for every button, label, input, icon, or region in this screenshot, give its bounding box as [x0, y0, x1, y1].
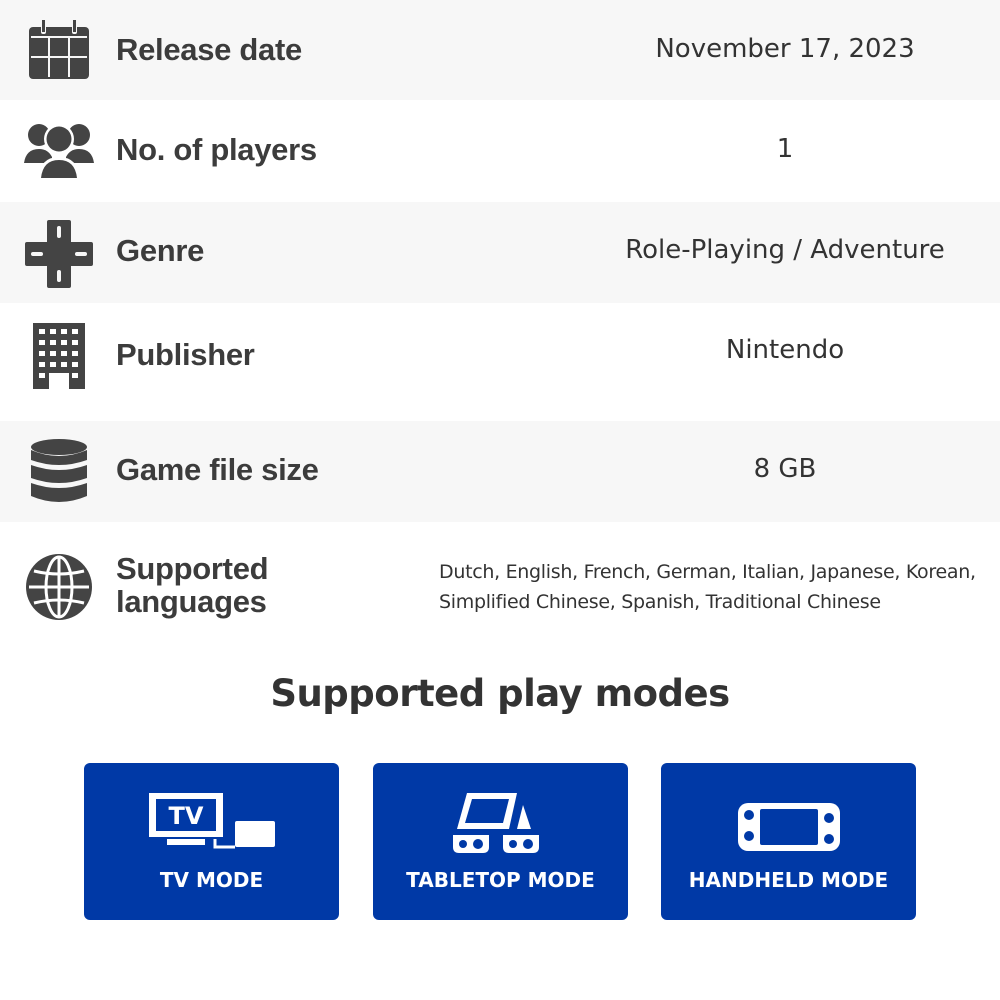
- players-value: 1: [776, 134, 794, 164]
- players-label: No. of players: [116, 132, 317, 167]
- detail-row-publisher: Publisher Nintendo: [0, 303, 1000, 421]
- handheld-mode-icon: [661, 801, 916, 865]
- languages-label: Supported languages: [116, 551, 269, 619]
- mode-card-tabletop: TABLETOP MODE: [373, 763, 628, 920]
- tv-mode-label: TV MODE: [159, 868, 264, 892]
- dpad-icon: [22, 218, 96, 290]
- building-icon: [22, 321, 96, 391]
- handheld-mode-label: HANDHELD MODE: [688, 868, 889, 892]
- detail-row-genre: Genre Role-Playing / Adventure: [0, 202, 1000, 303]
- mode-card-handheld: HANDHELD MODE: [661, 763, 916, 920]
- play-modes-title: Supported play modes: [270, 672, 730, 715]
- file-size-value: 8 GB: [753, 454, 817, 484]
- tv-mode-icon: TV: [84, 791, 339, 855]
- release-date-value: November 17, 2023: [655, 34, 915, 64]
- tabletop-mode-icon: [373, 791, 628, 855]
- languages-label-line2: languages: [116, 584, 267, 619]
- database-icon: [22, 437, 96, 507]
- languages-value: Dutch, English, French, German, Italian,…: [439, 557, 976, 617]
- publisher-value: Nintendo: [725, 335, 845, 365]
- globe-icon: [22, 552, 96, 622]
- players-icon: [22, 120, 96, 182]
- languages-value-line2: Simplified Chinese, Spanish, Traditional…: [439, 591, 881, 613]
- tv-icon-text: TV: [168, 802, 203, 830]
- detail-row-languages: Supported languages Dutch, English, Fren…: [0, 522, 1000, 652]
- publisher-label: Publisher: [116, 337, 255, 372]
- detail-row-players: No. of players 1: [0, 100, 1000, 202]
- tabletop-mode-label: TABLETOP MODE: [406, 868, 595, 892]
- release-date-label: Release date: [116, 32, 302, 67]
- languages-label-line1: Supported: [116, 551, 269, 586]
- detail-row-release-date: Release date November 17, 2023: [0, 0, 1000, 100]
- genre-label: Genre: [116, 233, 205, 268]
- calendar-icon: [22, 18, 96, 82]
- file-size-label: Game file size: [116, 452, 319, 487]
- mode-card-tv: TV TV MODE: [84, 763, 339, 920]
- detail-row-file-size: Game file size 8 GB: [0, 421, 1000, 522]
- genre-value: Role-Playing / Adventure: [625, 235, 945, 265]
- languages-value-line1: Dutch, English, French, German, Italian,…: [439, 561, 976, 583]
